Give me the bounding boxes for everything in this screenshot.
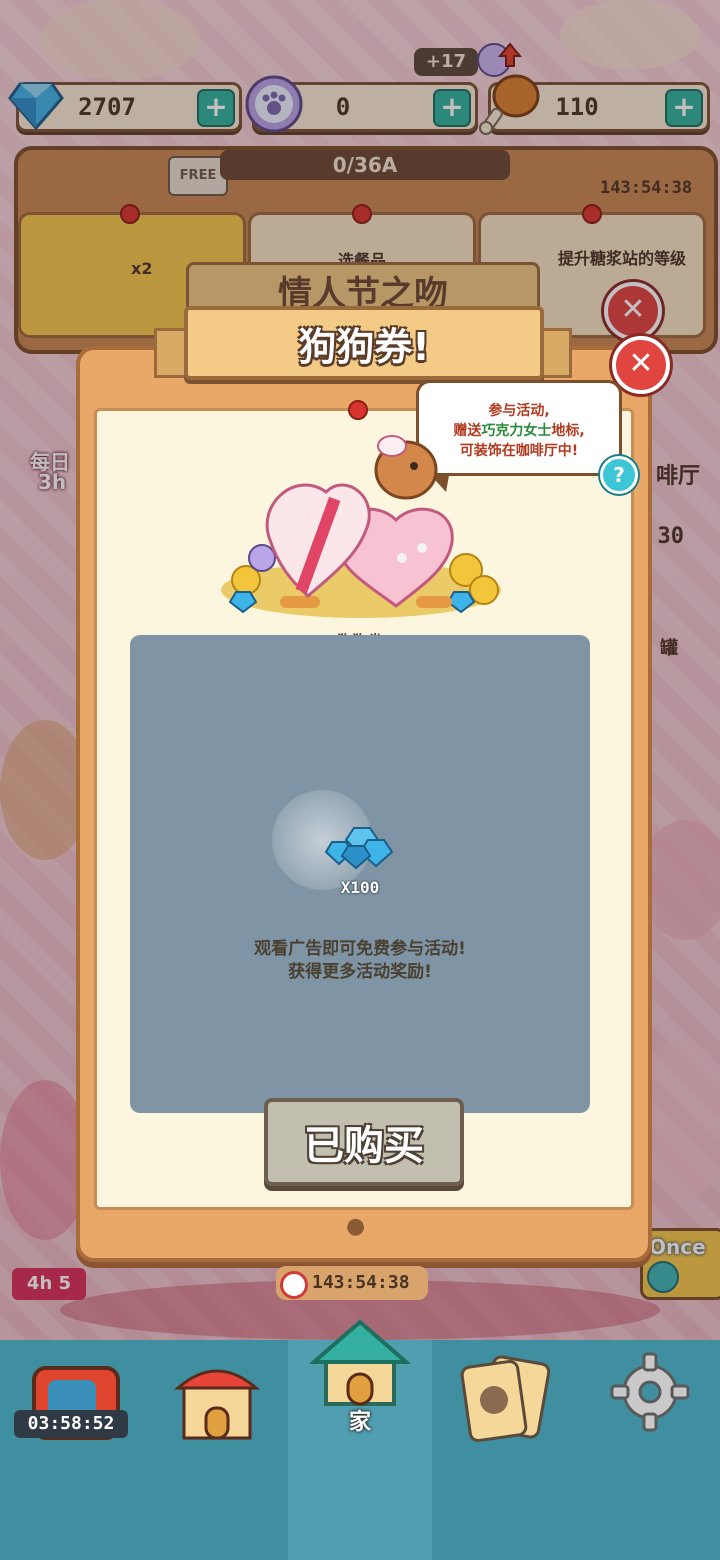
event-timer-value: 143:54:38 <box>312 1272 410 1293</box>
modal-title: 狗狗券! <box>298 324 430 369</box>
modal-title-ribbon: 狗狗券! <box>184 306 544 380</box>
clock-icon <box>280 1271 308 1299</box>
cards-icon <box>458 1354 551 1448</box>
home-icon <box>308 1318 412 1412</box>
ad-description-line-2: 获得更多活动奖励! <box>288 962 432 982</box>
nav-settings[interactable] <box>576 1340 720 1560</box>
purchased-button[interactable]: 已购买 <box>264 1098 464 1186</box>
shop-icon <box>172 1358 262 1448</box>
paw-icon: ● <box>346 1214 366 1239</box>
pin-icon <box>348 400 368 420</box>
ad-description: 观看广告即可免费参与活动! 获得更多活动奖励! <box>150 938 570 984</box>
bubble-line-1: 参与活动, <box>488 403 550 419</box>
nav-cards[interactable] <box>432 1340 576 1560</box>
ad-reward-panel <box>130 635 590 1113</box>
tv-timer: 03:58:52 <box>14 1410 128 1438</box>
gems-reward-icon <box>324 822 396 874</box>
gear-icon <box>610 1352 690 1436</box>
help-button[interactable]: ? <box>600 456 638 494</box>
nav-shop[interactable] <box>144 1340 288 1560</box>
event-timer: 143:54:38 <box>276 1266 428 1300</box>
close-button[interactable]: ✕ <box>612 336 670 394</box>
home-label: 家 <box>348 1410 371 1435</box>
reward-count: X100 <box>340 878 380 897</box>
ad-description-line-1: 观看广告即可免费参与活动! <box>254 939 466 959</box>
nav-home[interactable]: 家 <box>288 1319 432 1560</box>
nav-tv-ads[interactable]: 03:58:52 <box>0 1340 144 1560</box>
treasure-box-illustration <box>216 430 506 630</box>
